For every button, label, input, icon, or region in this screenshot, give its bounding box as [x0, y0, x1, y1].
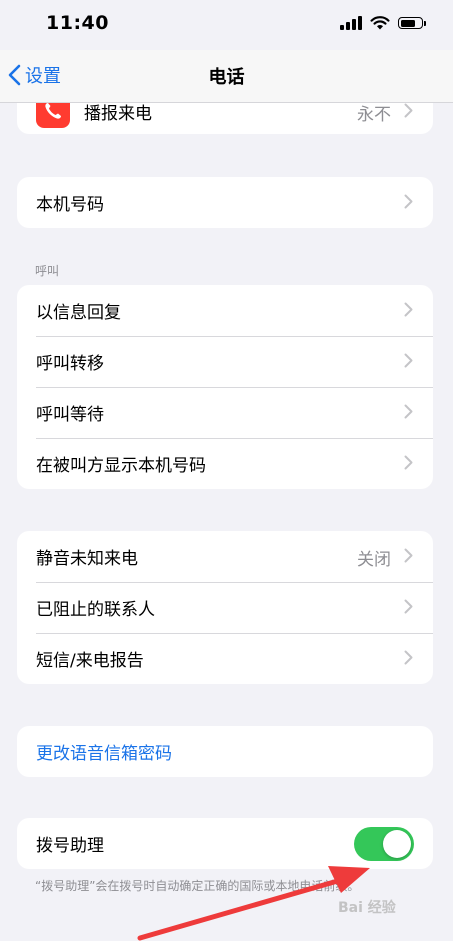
- announce-calls-value: 永不: [357, 105, 391, 125]
- cellular-signal-icon: [340, 16, 362, 30]
- my-number-row[interactable]: 本机号码: [17, 177, 433, 228]
- dial-assist-row: 拨号助理: [17, 818, 433, 869]
- watermark-text: Bai 经验: [338, 900, 396, 916]
- dial-assist-footnote: “拨号助理”会在拨号时自动确定正确的国际或本地电话前缀。: [35, 879, 360, 893]
- change-voicemail-password-button[interactable]: 更改语音信箱密码: [17, 726, 433, 777]
- silence-unknown-callers-row[interactable]: 静音未知来电 关闭: [17, 531, 433, 582]
- chevron-right-icon: [404, 650, 413, 665]
- voicemail-group: 更改语音信箱密码: [17, 726, 433, 777]
- page-title: 电话: [208, 67, 245, 88]
- status-time: 11:40: [46, 12, 109, 34]
- chevron-right-icon: [404, 302, 413, 317]
- row-label: 呼叫等待: [36, 405, 104, 425]
- chevron-right-icon: [404, 404, 413, 419]
- battery-icon: [398, 17, 426, 29]
- dial-assist-group: 拨号助理: [17, 818, 433, 869]
- chevron-right-icon: [404, 353, 413, 368]
- my-number-group: 本机号码: [17, 177, 433, 228]
- chevron-right-icon: [404, 599, 413, 614]
- chevron-right-icon: [404, 455, 413, 470]
- status-bar: 11:40: [0, 0, 453, 50]
- row-label: 静音未知来电: [36, 549, 138, 569]
- row-label: 短信/来电报告: [36, 651, 144, 671]
- respond-with-text-row[interactable]: 以信息回复: [17, 285, 433, 336]
- row-label: 在被叫方显示本机号码: [36, 456, 206, 476]
- wifi-icon: [370, 16, 390, 30]
- chevron-right-icon: [404, 103, 413, 118]
- toggle-knob: [383, 830, 411, 858]
- row-label: 呼叫转移: [36, 354, 104, 374]
- blocking-group: 静音未知来电 关闭 已阻止的联系人 短信/来电报告: [17, 531, 433, 684]
- calls-section-header: 呼叫: [35, 264, 60, 278]
- row-value: 关闭: [357, 550, 391, 570]
- sms-call-reporting-row[interactable]: 短信/来电报告: [17, 633, 433, 684]
- row-label: 更改语音信箱密码: [36, 744, 172, 764]
- row-label: 已阻止的联系人: [36, 600, 155, 620]
- dial-assist-label: 拨号助理: [36, 836, 104, 856]
- call-waiting-row[interactable]: 呼叫等待: [17, 387, 433, 438]
- call-forwarding-row[interactable]: 呼叫转移: [17, 336, 433, 387]
- calls-group: 以信息回复 呼叫转移 呼叫等待 在被叫方显示本机号码: [17, 285, 433, 489]
- chevron-right-icon: [404, 194, 413, 209]
- dial-assist-toggle[interactable]: [354, 827, 414, 861]
- blocked-contacts-row[interactable]: 已阻止的联系人: [17, 582, 433, 633]
- row-label: 以信息回复: [36, 303, 121, 323]
- my-number-label: 本机号码: [36, 195, 104, 215]
- status-icons: [340, 16, 426, 30]
- show-caller-id-row[interactable]: 在被叫方显示本机号码: [17, 438, 433, 489]
- chevron-right-icon: [404, 548, 413, 563]
- navigation-bar: 设置 电话: [0, 50, 453, 103]
